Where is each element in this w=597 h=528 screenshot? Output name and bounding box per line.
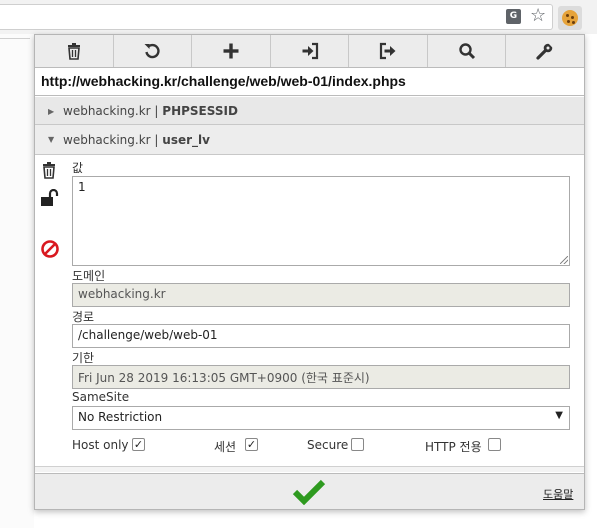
cookie-name: PHPSESSID: [162, 104, 238, 118]
domain-field: webhacking.kr: [72, 283, 570, 307]
cookie-domain: webhacking.kr: [63, 133, 151, 147]
expand-arrow-icon: ▶: [48, 107, 55, 116]
plus-icon: [223, 43, 239, 59]
cookie-details-panel: 값 1 도메인 webhacking.kr 경로 /challenge/web/…: [35, 156, 584, 466]
cookie-row-user-lv[interactable]: ▼ webhacking.kr | user_lv: [35, 125, 584, 155]
cookie-name: user_lv: [162, 133, 210, 147]
secure-checkbox[interactable]: [351, 438, 364, 451]
delete-all-button[interactable]: [35, 35, 114, 67]
collapse-arrow-icon: ▼: [48, 135, 55, 144]
session-checkbox[interactable]: ✓: [245, 438, 258, 451]
host-only-label: Host only: [72, 438, 129, 452]
help-link[interactable]: 도움말: [543, 486, 573, 502]
cookie-editor-popup: http://webhacking.kr/challenge/web/web-0…: [34, 34, 585, 510]
http-only-checkbox[interactable]: [488, 438, 501, 451]
domain-label: 도메인: [72, 269, 106, 283]
samesite-label: SameSite: [72, 390, 130, 404]
current-url: http://webhacking.kr/challenge/web/web-0…: [41, 73, 406, 89]
star-outline-icon[interactable]: ☆: [530, 5, 546, 27]
page-background: [0, 34, 34, 528]
export-icon: [379, 42, 396, 60]
resize-grip-icon[interactable]: [560, 256, 568, 264]
samesite-value: No Restriction: [78, 410, 163, 424]
add-cookie-button[interactable]: [192, 35, 271, 67]
refresh-icon: [144, 43, 160, 59]
value-label: 값: [72, 161, 84, 175]
popup-footer: 도움말: [35, 473, 584, 509]
samesite-select[interactable]: No Restriction ▼: [72, 406, 570, 430]
address-bar[interactable]: [0, 4, 553, 30]
cookie-row-label: webhacking.kr | user_lv: [63, 133, 210, 147]
cookie-extension-button[interactable]: [558, 6, 582, 30]
path-label: 경로: [72, 310, 95, 324]
session-label: 세션: [214, 440, 237, 454]
divider: [35, 466, 584, 472]
refresh-button[interactable]: [114, 35, 193, 67]
expiration-field: Fri Jun 28 2019 16:13:05 GMT+0900 (한국 표준…: [72, 365, 570, 389]
path-field[interactable]: /challenge/web/web-01: [72, 324, 570, 348]
cookie-row-phpsessid[interactable]: ▶ webhacking.kr | PHPSESSID: [35, 97, 584, 125]
divider: [0, 38, 30, 39]
unlocked-icon[interactable]: [40, 189, 62, 207]
separator: |: [154, 104, 159, 118]
separator: |: [154, 133, 159, 147]
cookie-domain: webhacking.kr: [63, 104, 151, 118]
http-only-label: HTTP 전용: [425, 440, 482, 454]
popup-toolbar: [35, 35, 584, 68]
translate-icon[interactable]: G: [506, 9, 521, 24]
options-button[interactable]: [506, 35, 584, 67]
search-icon: [458, 43, 475, 60]
expiration-label: 기한: [72, 351, 95, 365]
secure-label: Secure: [307, 438, 349, 452]
import-icon: [302, 42, 318, 60]
export-button[interactable]: [349, 35, 428, 67]
cookie-icon: [562, 10, 578, 26]
save-button[interactable]: [291, 478, 327, 506]
cookie-row-label: webhacking.kr | PHPSESSID: [63, 104, 238, 118]
value-text: 1: [78, 180, 86, 194]
host-only-checkbox[interactable]: ✓: [132, 438, 145, 451]
current-url-bar: http://webhacking.kr/challenge/web/web-0…: [35, 68, 584, 96]
value-textarea[interactable]: 1: [72, 176, 570, 266]
delete-cookie-icon[interactable]: [40, 161, 58, 179]
import-button[interactable]: [271, 35, 350, 67]
block-icon[interactable]: [40, 239, 60, 259]
dropdown-arrow-icon: ▼: [555, 410, 563, 421]
checkmark-icon: [292, 479, 326, 505]
trash-icon: [67, 43, 80, 60]
search-button[interactable]: [428, 35, 507, 67]
wrench-icon: [536, 43, 554, 60]
